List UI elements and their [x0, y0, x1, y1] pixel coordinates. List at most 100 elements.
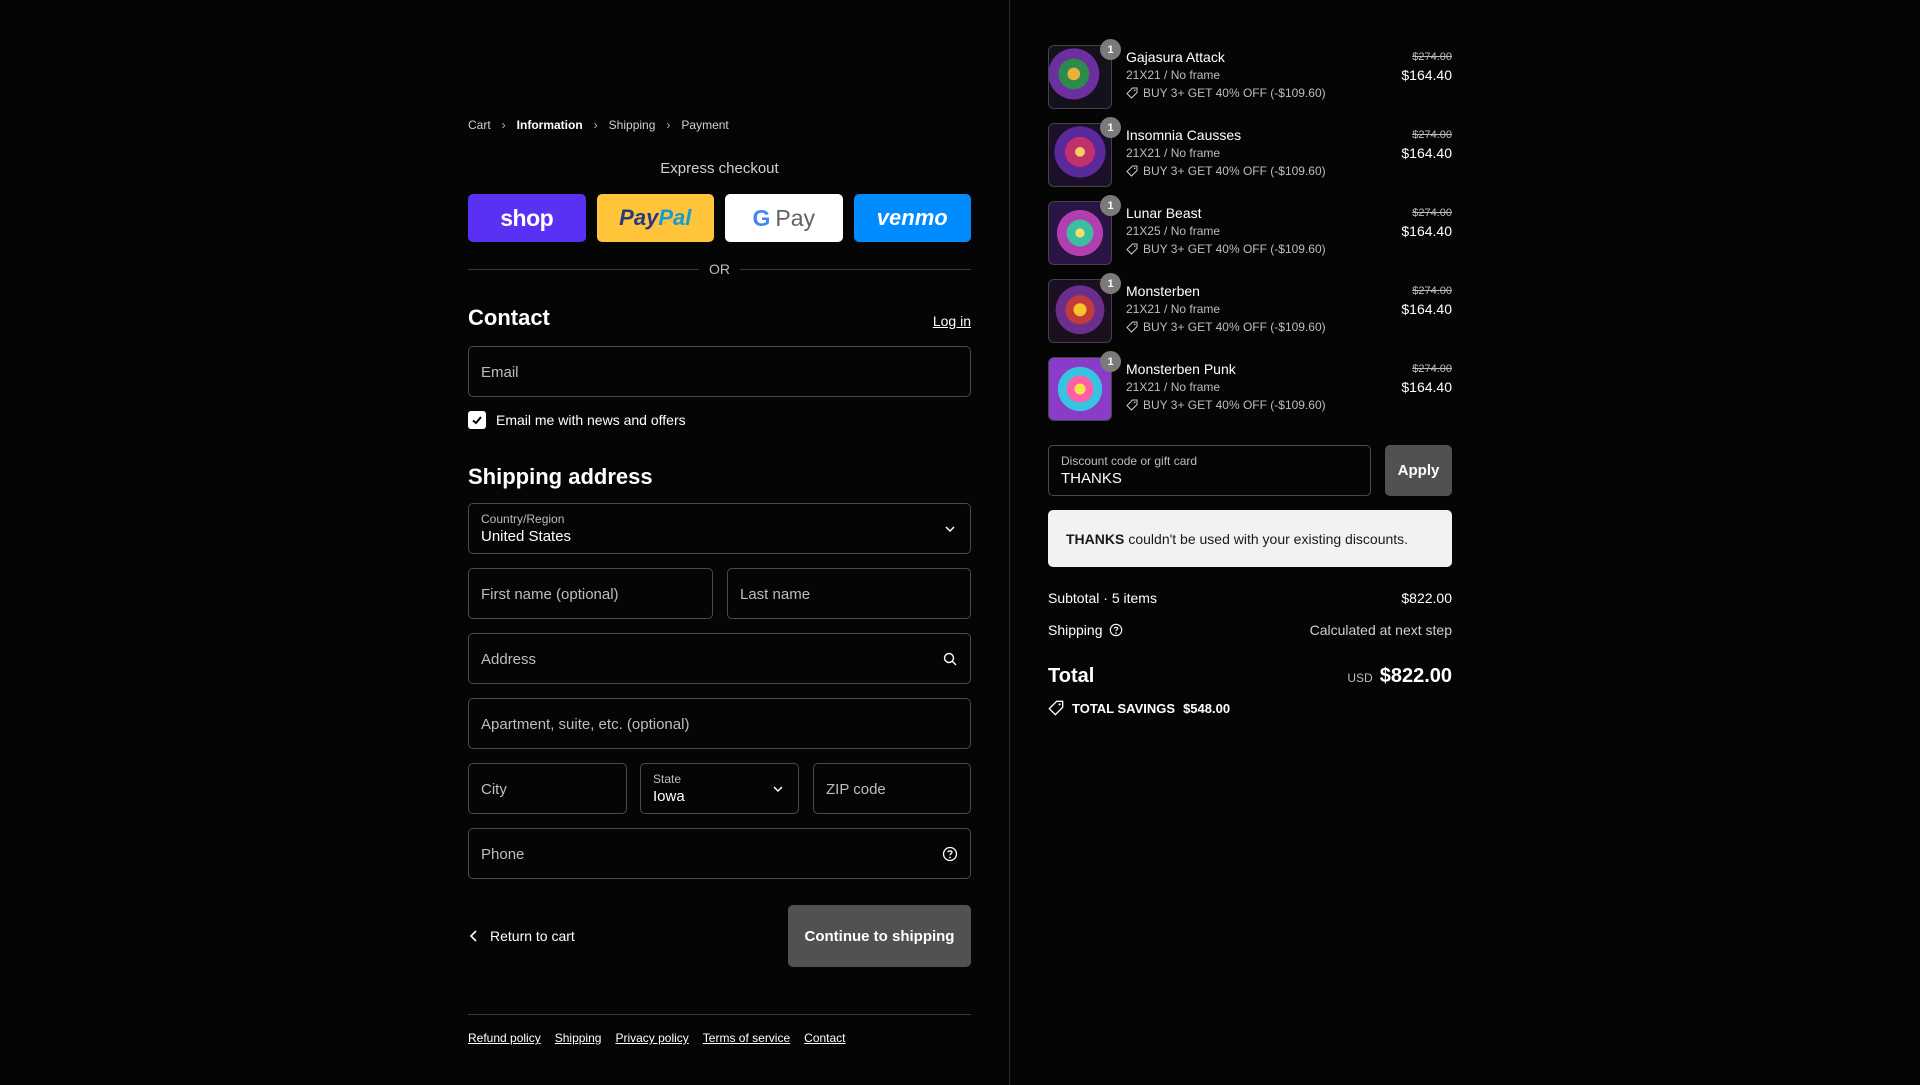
chevron-left-icon: [469, 930, 477, 942]
chevron-down-icon: [773, 786, 783, 793]
shop-pay-button[interactable]: shop: [468, 194, 586, 242]
item-discount-label: BUY 3+ GET 40% OFF (-$109.60): [1143, 320, 1326, 334]
last-name-placeholder: Last name: [740, 586, 811, 603]
item-discount: BUY 3+ GET 40% OFF (-$109.60): [1126, 320, 1326, 334]
line-item: 1 Insomnia Causses 21X21 / No frame BUY …: [1048, 117, 1452, 189]
email-field[interactable]: Email: [468, 346, 971, 397]
state-label: State: [653, 772, 682, 786]
country-label: Country/Region: [481, 512, 565, 526]
tag-icon: [1126, 165, 1138, 177]
privacy-policy-link[interactable]: Privacy policy: [615, 1031, 688, 1045]
terms-of-service-link[interactable]: Terms of service: [703, 1031, 790, 1045]
footer-divider: [468, 1014, 971, 1015]
tag-icon: [1126, 399, 1138, 411]
subtotal-label: Subtotal · 5 items: [1048, 590, 1157, 606]
login-link[interactable]: Log in: [933, 313, 971, 329]
news-offers-checkbox[interactable]: [468, 411, 486, 429]
apply-discount-button[interactable]: Apply: [1385, 445, 1452, 496]
state-select[interactable]: State Iowa: [640, 763, 799, 814]
zip-field[interactable]: ZIP code: [813, 763, 971, 814]
last-name-field[interactable]: Last name: [727, 568, 971, 619]
total-label: Total: [1048, 665, 1095, 687]
item-price: $164.40: [1401, 67, 1452, 83]
discount-error-alert: THANKS couldn't be used with your existi…: [1048, 510, 1452, 567]
total-savings-label: TOTAL SAVINGS: [1072, 700, 1176, 716]
tag-icon: [1126, 243, 1138, 255]
country-select[interactable]: Country/Region United States: [468, 503, 971, 554]
quantity-badge: 1: [1100, 273, 1121, 294]
quantity-badge: 1: [1100, 351, 1121, 372]
paypal-logo-pal: Pal: [658, 205, 692, 230]
total-value: $822.00: [1379, 665, 1452, 687]
line-item: 1 Lunar Beast 21X25 / No frame BUY 3+ GE…: [1048, 195, 1452, 267]
or-label: OR: [709, 261, 730, 277]
item-original-price: $274.00: [1412, 129, 1452, 141]
total-savings-value: $548.00: [1183, 700, 1231, 716]
item-variant: 21X21 / No frame: [1126, 380, 1221, 394]
return-to-cart-link[interactable]: Return to cart: [468, 928, 575, 944]
divider-line: [740, 268, 971, 270]
shipping-policy-link[interactable]: Shipping: [555, 1031, 602, 1045]
discount-code-field[interactable]: Discount code or gift card THANKS: [1048, 445, 1371, 496]
email-placeholder: Email: [481, 364, 519, 381]
refund-policy-link[interactable]: Refund policy: [468, 1031, 541, 1045]
shop-pay-logo: shop: [500, 204, 554, 231]
item-discount: BUY 3+ GET 40% OFF (-$109.60): [1126, 86, 1326, 100]
total-value-group: USD $822.00: [1347, 665, 1452, 688]
phone-field[interactable]: Phone: [468, 828, 971, 879]
express-checkout-title: Express checkout: [660, 160, 779, 177]
item-discount: BUY 3+ GET 40% OFF (-$109.60): [1126, 164, 1326, 178]
or-divider: OR: [468, 260, 971, 278]
contact-link[interactable]: Contact: [804, 1031, 845, 1045]
paypal-logo-pay: Pay: [619, 205, 659, 230]
policy-footer: Refund policy Shipping Privacy policy Te…: [468, 1031, 971, 1045]
tag-icon: [1048, 700, 1064, 716]
item-variant: 21X21 / No frame: [1126, 146, 1221, 160]
first-name-field[interactable]: First name (optional): [468, 568, 713, 619]
quantity-badge: 1: [1100, 117, 1121, 138]
news-offers-label: Email me with news and offers: [496, 412, 686, 428]
search-icon: [943, 652, 957, 666]
continue-to-shipping-button[interactable]: Continue to shipping: [788, 905, 971, 967]
item-variant: 21X21 / No frame: [1126, 68, 1221, 82]
item-discount-label: BUY 3+ GET 40% OFF (-$109.60): [1143, 242, 1326, 256]
country-value: United States: [481, 528, 572, 545]
item-variant: 21X21 / No frame: [1126, 302, 1221, 316]
apartment-placeholder: Apartment, suite, etc. (optional): [481, 716, 690, 733]
chevron-right-icon: ›: [501, 118, 506, 132]
first-name-placeholder: First name (optional): [481, 586, 619, 603]
google-pay-label: Pay: [775, 204, 816, 231]
checkmark-icon: [472, 416, 482, 425]
google-pay-button[interactable]: G Pay: [725, 194, 843, 242]
address-field[interactable]: Address: [468, 633, 971, 684]
breadcrumb-cart[interactable]: Cart: [468, 118, 491, 132]
shipping-value: Calculated at next step: [1309, 622, 1452, 638]
help-circle-icon[interactable]: [942, 846, 958, 862]
tag-icon: [1126, 87, 1138, 99]
apartment-field[interactable]: Apartment, suite, etc. (optional): [468, 698, 971, 749]
city-field[interactable]: City: [468, 763, 627, 814]
discount-code-label: Discount code or gift card: [1061, 454, 1198, 468]
news-offers-option[interactable]: Email me with news and offers: [468, 411, 971, 429]
venmo-button[interactable]: venmo: [853, 194, 971, 242]
google-g-icon: G: [752, 204, 771, 231]
discount-code-row: Discount code or gift card THANKS Apply: [1048, 445, 1452, 496]
contact-header: Contact Log in: [468, 305, 971, 331]
state-value: Iowa: [653, 788, 685, 805]
line-item: 1 Monsterben Punk 21X21 / No frame BUY 3…: [1048, 351, 1452, 423]
shipping-address-title: Shipping address: [468, 464, 653, 489]
address-placeholder: Address: [481, 651, 537, 668]
help-circle-icon[interactable]: [1109, 623, 1123, 637]
shipping-row: Shipping Calculated at next step: [1048, 620, 1452, 640]
quantity-badge: 1: [1100, 39, 1121, 60]
paypal-button[interactable]: Pay Pal: [596, 194, 714, 242]
item-name: Monsterben: [1126, 283, 1200, 299]
item-discount: BUY 3+ GET 40% OFF (-$109.60): [1126, 242, 1326, 256]
item-variant: 21X25 / No frame: [1126, 224, 1221, 238]
express-checkout-buttons: shop Pay Pal G Pay venmo: [468, 194, 971, 242]
checkout-navigation: Return to cart Continue to shipping: [468, 905, 971, 967]
alert-message: couldn't be used with your existing disc…: [1128, 530, 1409, 547]
quantity-badge: 1: [1100, 195, 1121, 216]
line-item: 1 Monsterben 21X21 / No frame BUY 3+ GET…: [1048, 273, 1452, 345]
item-price: $164.40: [1401, 223, 1452, 239]
